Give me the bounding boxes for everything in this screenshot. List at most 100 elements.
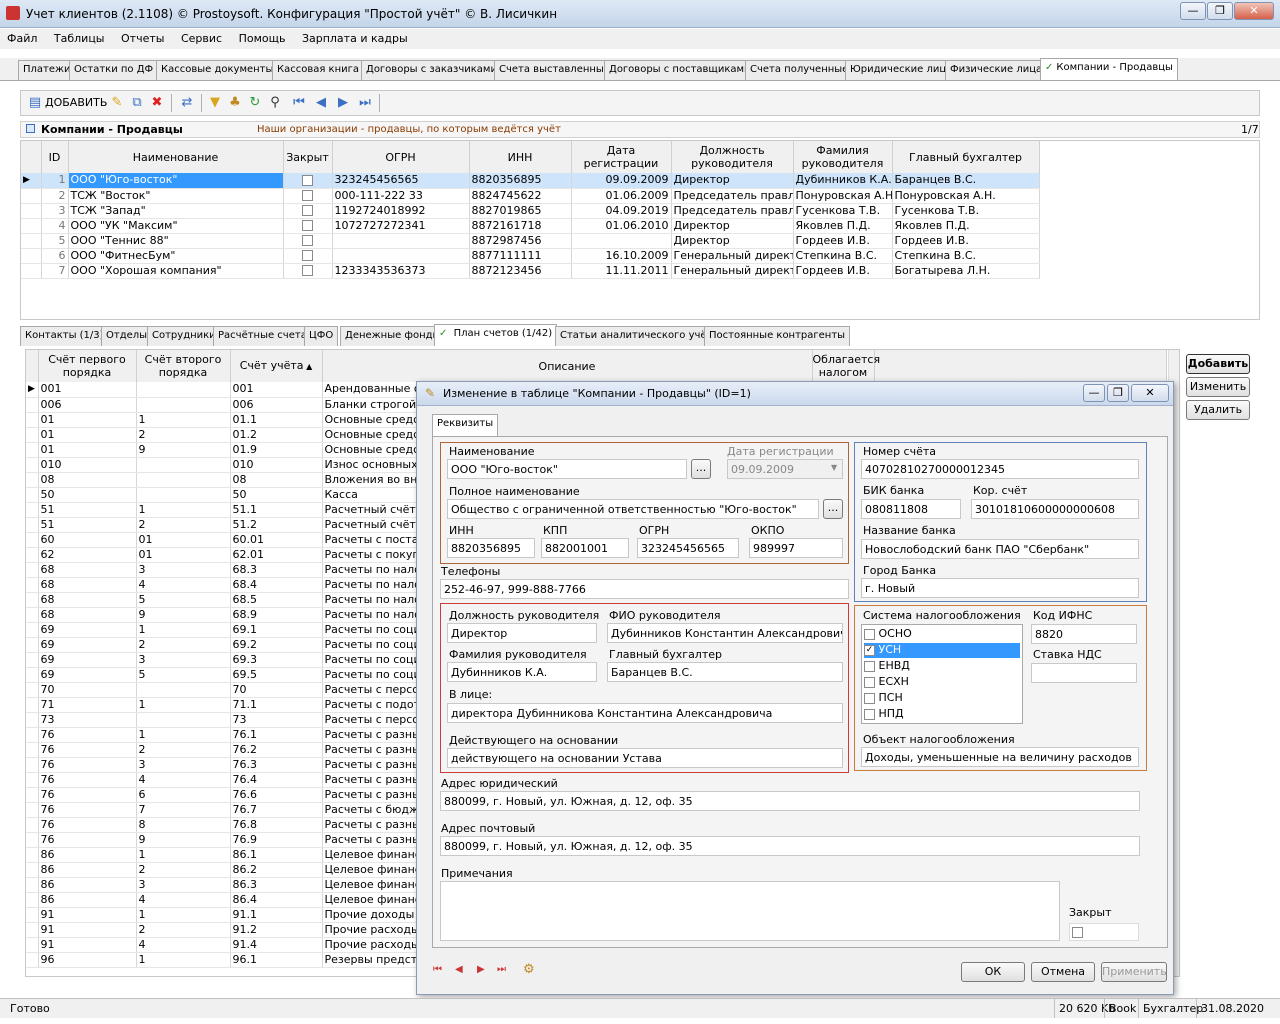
col-id[interactable]: ID xyxy=(41,141,69,173)
tab-cfo[interactable]: ЦФО xyxy=(304,326,339,346)
table-row[interactable]: 5 ООО "Теннис 88" 8872987456 Директор Гордее… xyxy=(21,233,1040,249)
closed-checkbox[interactable] xyxy=(302,205,313,216)
tax-object-field[interactable]: Доходы, уменьшенные на величину расходов xyxy=(861,747,1139,767)
legal-address-field[interactable]: 880099, г. Новый, ул. Южная, д. 12, оф. … xyxy=(440,791,1140,811)
maximize-button[interactable]: ❐ xyxy=(1207,2,1233,20)
dialog-minimize-button[interactable]: — xyxy=(1083,384,1105,402)
col-name[interactable]: Наименование xyxy=(68,141,284,173)
closed-checkbox[interactable] xyxy=(302,220,313,231)
tab-individuals[interactable]: Физические лица xyxy=(945,60,1048,80)
fullname-lookup-button[interactable]: ... xyxy=(823,499,843,519)
closed-checkbox[interactable] xyxy=(302,190,313,201)
closed-checkbox[interactable] xyxy=(302,250,313,261)
tab-permanent-counterparties[interactable]: Постоянные контрагенты xyxy=(704,326,851,346)
tab-seller-companies[interactable]: ✓ Компании - Продавцы xyxy=(1040,58,1178,80)
phones-field[interactable]: 252-46-97, 999-888-7766 xyxy=(440,579,849,599)
basis-field[interactable]: действующего на основании Устава xyxy=(447,748,843,768)
tax-option-npd[interactable]: НПД xyxy=(864,707,1020,722)
tax-option-psn[interactable]: ПСН xyxy=(864,691,1020,706)
col-taxable[interactable]: Облагается налогом xyxy=(812,350,880,382)
closed-checkbox[interactable] xyxy=(1072,927,1083,938)
corr-account-field[interactable]: 30101810600000000608 xyxy=(971,499,1139,519)
name-field[interactable]: ООО "Юго-восток" xyxy=(447,459,687,479)
closed-checkbox[interactable] xyxy=(302,174,313,186)
tab-received-invoices[interactable]: Счета полученные xyxy=(745,60,854,80)
tab-cash-book[interactable]: Кассовая книга xyxy=(272,60,365,80)
tab-requisites[interactable]: Реквизиты xyxy=(432,414,499,436)
filter-icon[interactable]: ▼ xyxy=(207,95,223,111)
tab-analytics[interactable]: Статьи аналитического учёта xyxy=(555,326,724,346)
table-row[interactable]: 7 ООО "Хорошая компания" 1233343536373 8872… xyxy=(21,263,1040,279)
tab-cash-docs[interactable]: Кассовые документы xyxy=(156,60,279,80)
tab-money-funds[interactable]: Денежные фонды xyxy=(340,326,446,346)
ifns-field[interactable]: 8820 xyxy=(1031,624,1137,644)
menu-payroll[interactable]: Зарплата и кадры xyxy=(295,29,414,45)
tax-option-osno[interactable]: ОСНО xyxy=(864,627,1020,642)
col-accountant[interactable]: Главный бухгалтер xyxy=(892,141,1040,173)
prev-record-icon[interactable]: ◀ xyxy=(313,95,329,111)
edit-account-button[interactable]: Изменить xyxy=(1186,377,1250,397)
notes-field[interactable] xyxy=(440,881,1060,941)
tab-payments[interactable]: Платежи xyxy=(18,60,76,80)
postal-address-field[interactable]: 880099, г. Новый, ул. Южная, д. 12, оф. … xyxy=(440,836,1140,856)
in-person-field[interactable]: директора Дубинникова Константина Алекса… xyxy=(447,703,843,723)
col-position[interactable]: Должность руководителя xyxy=(671,141,794,173)
close-button[interactable]: ✕ xyxy=(1234,2,1274,20)
tab-bank-accounts[interactable]: Расчётные счета xyxy=(213,326,312,346)
binoculars-icon[interactable]: ⚲ xyxy=(267,95,283,111)
ok-button[interactable]: ОК xyxy=(961,962,1025,982)
col-second-order[interactable]: Счёт второго порядка xyxy=(136,350,231,382)
col-first-order[interactable]: Счёт первого порядка xyxy=(38,350,137,382)
closed-checkbox[interactable] xyxy=(302,265,313,276)
accountant-field[interactable]: Баранцев В.С. xyxy=(607,662,843,682)
inn-field[interactable]: 8820356895 xyxy=(447,538,535,558)
col-closed[interactable]: Закрыт xyxy=(283,141,333,173)
tab-chart-of-accounts[interactable]: ✓ План счетов (1/42) xyxy=(434,324,558,346)
vat-field[interactable] xyxy=(1031,663,1137,683)
tax-option-eskhn[interactable]: ЕСХН xyxy=(864,675,1020,690)
apply-button[interactable]: Применить xyxy=(1101,962,1167,982)
col-ogrn[interactable]: ОГРН xyxy=(332,141,470,173)
minimize-button[interactable]: — xyxy=(1180,2,1206,20)
col-director[interactable]: Фамилия руководителя xyxy=(793,141,893,173)
dialog-next-icon[interactable]: ▶ xyxy=(477,964,485,975)
tab-balances[interactable]: Остатки по ДФ xyxy=(69,60,159,80)
col-inn[interactable]: ИНН xyxy=(469,141,572,173)
tab-supplier-contracts[interactable]: Договоры с поставщиками xyxy=(604,60,756,80)
dialog-prev-icon[interactable]: ◀ xyxy=(455,964,463,975)
kpp-field[interactable]: 882001001 xyxy=(541,538,629,558)
bik-field[interactable]: 080811808 xyxy=(861,499,961,519)
delete-icon[interactable]: ✖ xyxy=(149,95,165,111)
menu-file[interactable]: Файл xyxy=(0,29,43,45)
copy-icon[interactable]: ⧉ xyxy=(129,95,145,111)
director-surname-field[interactable]: Дубинников К.А. xyxy=(447,662,597,682)
dialog-tools-icon[interactable]: ⚙ xyxy=(523,962,535,977)
add-button[interactable]: ДОБАВИТЬ xyxy=(45,96,107,109)
ogrn-field[interactable]: 323245456565 xyxy=(637,538,739,558)
table-row[interactable]: 2 ТСЖ "Восток" 000-111-222 33 8824745622 01.… xyxy=(21,188,1040,204)
add-account-button[interactable]: Добавить xyxy=(1186,354,1250,374)
col-account[interactable]: Счёт учёта ▲ xyxy=(230,350,323,382)
tax-option-envd[interactable]: ЕНВД xyxy=(864,659,1020,674)
col-regdate[interactable]: Дата регистрации xyxy=(571,141,672,173)
first-record-icon[interactable]: ⏮ xyxy=(291,95,307,111)
position-field[interactable]: Директор xyxy=(447,623,597,643)
dialog-last-icon[interactable]: ⏭ xyxy=(497,964,506,975)
tab-customer-contracts[interactable]: Договоры с заказчиками xyxy=(361,60,502,80)
table-row[interactable]: 4 ООО "УК "Максим" 1072727272341 8872161718… xyxy=(21,218,1040,234)
tab-departments[interactable]: Отделы xyxy=(101,326,153,346)
menu-tables[interactable]: Таблицы xyxy=(47,29,111,45)
reload-icon[interactable]: ↻ xyxy=(247,95,263,111)
tab-contacts[interactable]: Контакты (1/3) xyxy=(20,326,109,346)
fullname-field[interactable]: Общество с ограниченной ответственностью… xyxy=(447,499,819,519)
edit-pencil-icon[interactable]: ✎ xyxy=(109,95,125,111)
dialog-close-button[interactable]: ✕ xyxy=(1131,384,1169,402)
dialog-maximize-button[interactable]: ❐ xyxy=(1107,384,1129,402)
menu-help[interactable]: Помощь xyxy=(232,29,292,45)
next-record-icon[interactable]: ▶ xyxy=(335,95,351,111)
name-lookup-button[interactable]: ... xyxy=(691,459,711,479)
table-row[interactable]: ▶ 1 ООО "Юго-восток" 323245456565 8820356895… xyxy=(21,173,1040,189)
dialog-first-icon[interactable]: ⏮ xyxy=(433,964,442,975)
account-number-field[interactable]: 40702810270000012345 xyxy=(861,459,1139,479)
okpo-field[interactable]: 989997 xyxy=(749,538,843,558)
